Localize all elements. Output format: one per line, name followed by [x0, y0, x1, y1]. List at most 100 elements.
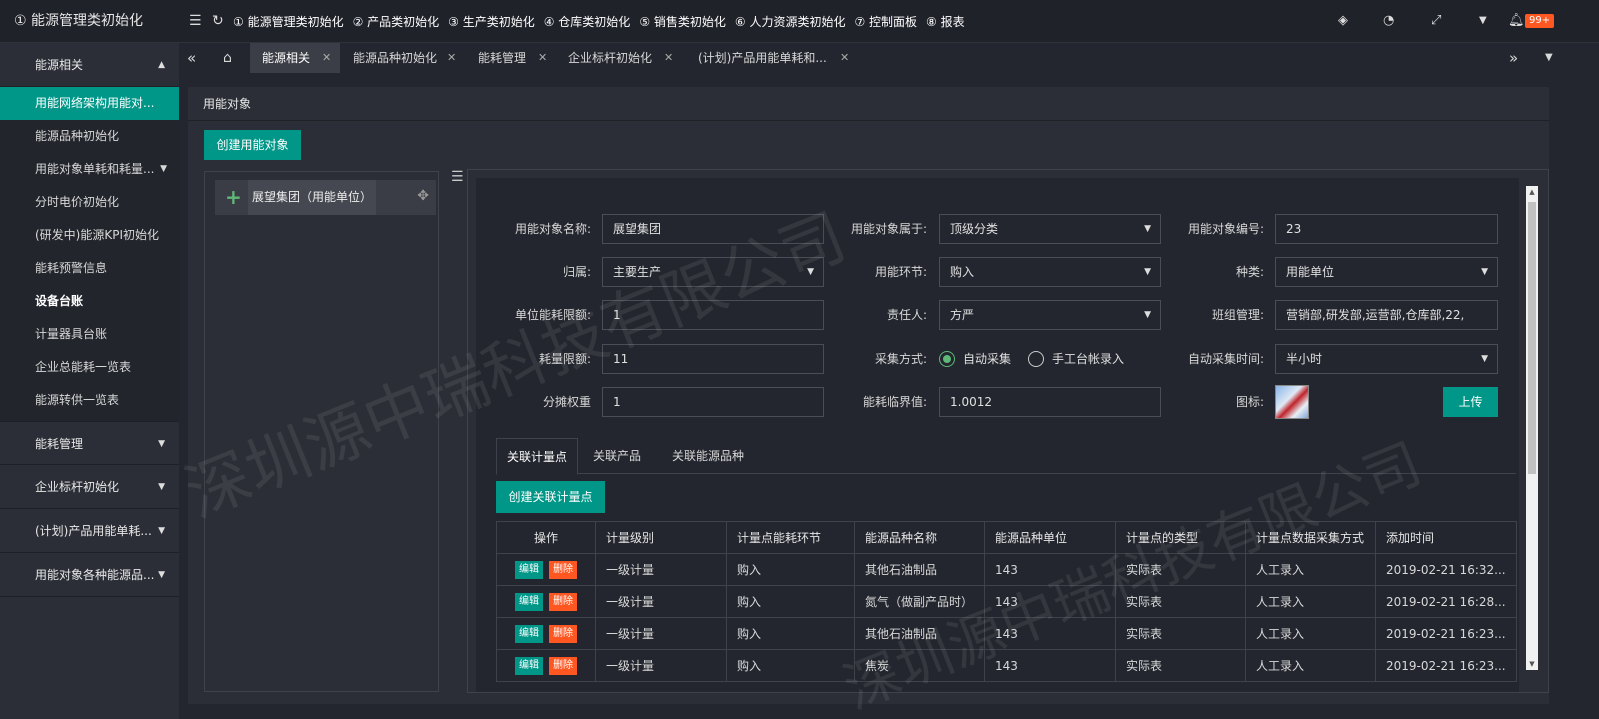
edit-button[interactable]: 编辑: [515, 656, 543, 675]
close-icon[interactable]: ✕: [840, 43, 849, 73]
collect-auto-label: 自动采集: [963, 352, 1012, 366]
tree-node[interactable]: + 展望集团（用能单位） ✥: [215, 180, 436, 215]
move-icon[interactable]: ✥: [417, 188, 429, 204]
dropdown-icon[interactable]: ▼: [1545, 43, 1553, 73]
col-header: 计量级别: [595, 521, 727, 554]
topmenu-item-control-panel[interactable]: ⑦ 控制面板: [854, 13, 917, 30]
sidebar-item-transfer[interactable]: 能源转供一览表: [0, 384, 179, 417]
topmenu-item-product[interactable]: ② 产品类初始化: [353, 13, 440, 30]
delete-button[interactable]: 删除: [549, 560, 577, 579]
close-icon[interactable]: ✕: [538, 43, 547, 73]
home-icon[interactable]: ⌂: [223, 43, 232, 73]
person-label: 责任人:: [886, 308, 927, 322]
critical-input[interactable]: 1.0012: [939, 387, 1161, 417]
team-input[interactable]: 营销部,研发部,运营部,仓库部,22,: [1275, 300, 1498, 330]
stage-value: 购入: [950, 265, 975, 279]
topmenu-item-hr[interactable]: ⑥ 人力资源类初始化: [735, 13, 846, 30]
plus-icon[interactable]: +: [225, 186, 242, 208]
double-left-icon[interactable]: «: [187, 43, 196, 73]
sidebar-group-product-plan[interactable]: (计划)产品用能单耗... ▼: [0, 509, 179, 553]
refresh-icon[interactable]: ↻: [212, 12, 224, 30]
close-icon[interactable]: ✕: [447, 43, 456, 73]
dashboard-icon[interactable]: ◔: [1383, 13, 1394, 29]
notification-badge: 99+: [1525, 14, 1555, 28]
person-select[interactable]: 方严 ▼: [939, 300, 1161, 330]
sidebar-item-kpi[interactable]: (研发中)能源KPI初始化: [0, 219, 179, 252]
double-right-icon[interactable]: »: [1509, 43, 1518, 73]
dropdown-icon[interactable]: ▼: [1479, 13, 1487, 29]
fullscreen-icon[interactable]: ⤢: [1431, 13, 1441, 29]
table-cell: 购入: [726, 553, 855, 586]
owner-value: 主要生产: [613, 265, 662, 279]
collect-manual-radio[interactable]: 手工台帐录入: [1028, 344, 1124, 374]
topmenu-item-reports[interactable]: ⑧ 报表: [926, 13, 965, 30]
subtab-energy-types[interactable]: 关联能源品种: [658, 438, 758, 474]
topmenu-item-warehouse[interactable]: ④ 仓库类初始化: [544, 13, 631, 30]
col-header: 计量点的类型: [1115, 521, 1246, 554]
collect-auto-radio[interactable]: 自动采集: [939, 344, 1011, 374]
sidebar-item-equipment[interactable]: 设备台账: [0, 285, 179, 318]
critical-label: 能耗临界值:: [862, 395, 927, 409]
upload-button[interactable]: 上传: [1443, 387, 1498, 417]
delete-button[interactable]: 删除: [549, 624, 577, 643]
weight-input[interactable]: 1: [602, 387, 824, 417]
sidebar-item-energy-type[interactable]: 能源品种初始化: [0, 120, 179, 153]
cube-icon[interactable]: ◈: [1338, 13, 1348, 29]
menu-fold-icon[interactable]: ☰: [189, 12, 202, 30]
code-input[interactable]: 23: [1275, 214, 1498, 244]
tab-energy-type[interactable]: 能源品种初始化 ✕: [341, 43, 457, 73]
unit-limit-input[interactable]: 1: [602, 300, 824, 330]
edit-button[interactable]: 编辑: [515, 624, 543, 643]
form-panel: 用能对象名称: 展望集团 用能对象属于: 顶级分类 ▼ 用能对象编号: 23 归属…: [467, 169, 1549, 693]
qty-limit-input[interactable]: 11: [602, 344, 824, 374]
sidebar-item-tou-price[interactable]: 分时电价初始化: [0, 186, 179, 219]
create-object-button[interactable]: 创建用能对象: [204, 130, 301, 160]
subtab-products[interactable]: 关联产品: [582, 438, 652, 474]
sidebar-group-energy[interactable]: 能源相关 ▲: [0, 43, 179, 87]
person-value: 方严: [950, 308, 975, 322]
col-header: 能源品种名称: [854, 521, 985, 554]
create-point-button[interactable]: 创建关联计量点: [496, 481, 605, 513]
topmenu-item-sales[interactable]: ⑤ 销售类初始化: [639, 13, 726, 30]
stage-label: 用能环节:: [874, 265, 927, 279]
scrollbar-thumb[interactable]: [1528, 202, 1536, 474]
topmenu-item-production[interactable]: ③ 生产类初始化: [448, 13, 535, 30]
tab-energy[interactable]: 能源相关 ✕: [250, 43, 340, 73]
stage-select[interactable]: 购入 ▼: [939, 257, 1161, 287]
bell-icon[interactable]: 🔔︎: [1508, 13, 1525, 29]
auto-time-select[interactable]: 半小时 ▼: [1275, 344, 1498, 374]
close-icon[interactable]: ✕: [322, 43, 331, 73]
tab-benchmark[interactable]: 企业标杆初始化 ✕: [556, 43, 673, 73]
scroll-up-icon[interactable]: ▲: [1526, 188, 1538, 196]
belong-select[interactable]: 顶级分类 ▼: [939, 214, 1161, 244]
points-table: 操作 计量级别 计量点能耗环节 能源品种名称 能源品种单位 计量点的类型 计量点…: [496, 521, 1517, 682]
name-input[interactable]: 展望集团: [602, 214, 824, 244]
sidebar-group-object-energy[interactable]: 用能对象各种能源品... ▼: [0, 553, 179, 597]
sidebar-item-meters[interactable]: 计量器具台账: [0, 318, 179, 351]
subtab-points[interactable]: 关联计量点: [496, 438, 578, 475]
table-cell: 实际表: [1115, 617, 1246, 650]
col-header: 添加时间: [1375, 521, 1517, 554]
vertical-scrollbar[interactable]: ▲ ▼: [1526, 186, 1538, 670]
kind-select[interactable]: 用能单位 ▼: [1275, 257, 1498, 287]
topmenu-item-energy[interactable]: ① 能源管理类初始化: [233, 13, 344, 30]
scroll-down-icon[interactable]: ▼: [1526, 660, 1538, 668]
indent-icon[interactable]: ☰: [451, 169, 464, 185]
edit-button[interactable]: 编辑: [515, 560, 543, 579]
sidebar-group-benchmark[interactable]: 企业标杆初始化 ▼: [0, 465, 179, 509]
tab-product-plan[interactable]: (计划)产品用能单耗和... ✕: [686, 43, 856, 73]
sidebar-item-unit-consumption[interactable]: 用能对象单耗和耗量... ▼: [0, 153, 179, 186]
caret-down-icon: ▼: [1481, 354, 1488, 364]
tab-consumption[interactable]: 能耗管理 ✕: [466, 43, 551, 73]
sidebar-group-consumption[interactable]: 能耗管理 ▼: [0, 421, 179, 465]
delete-button[interactable]: 删除: [549, 592, 577, 611]
delete-button[interactable]: 删除: [549, 656, 577, 675]
tree-node-label[interactable]: 展望集团（用能单位）: [248, 180, 377, 215]
sidebar-submenu: 用能网络架构用能对... 能源品种初始化 用能对象单耗和耗量... ▼ 分时电价初…: [0, 87, 179, 421]
owner-select[interactable]: 主要生产 ▼: [602, 257, 824, 287]
sidebar-item-warning[interactable]: 能耗预警信息: [0, 252, 179, 285]
close-icon[interactable]: ✕: [664, 43, 673, 73]
sidebar-item-network[interactable]: 用能网络架构用能对...: [0, 87, 179, 120]
sidebar-item-total-consumption[interactable]: 企业总能耗一览表: [0, 351, 179, 384]
edit-button[interactable]: 编辑: [515, 592, 543, 611]
